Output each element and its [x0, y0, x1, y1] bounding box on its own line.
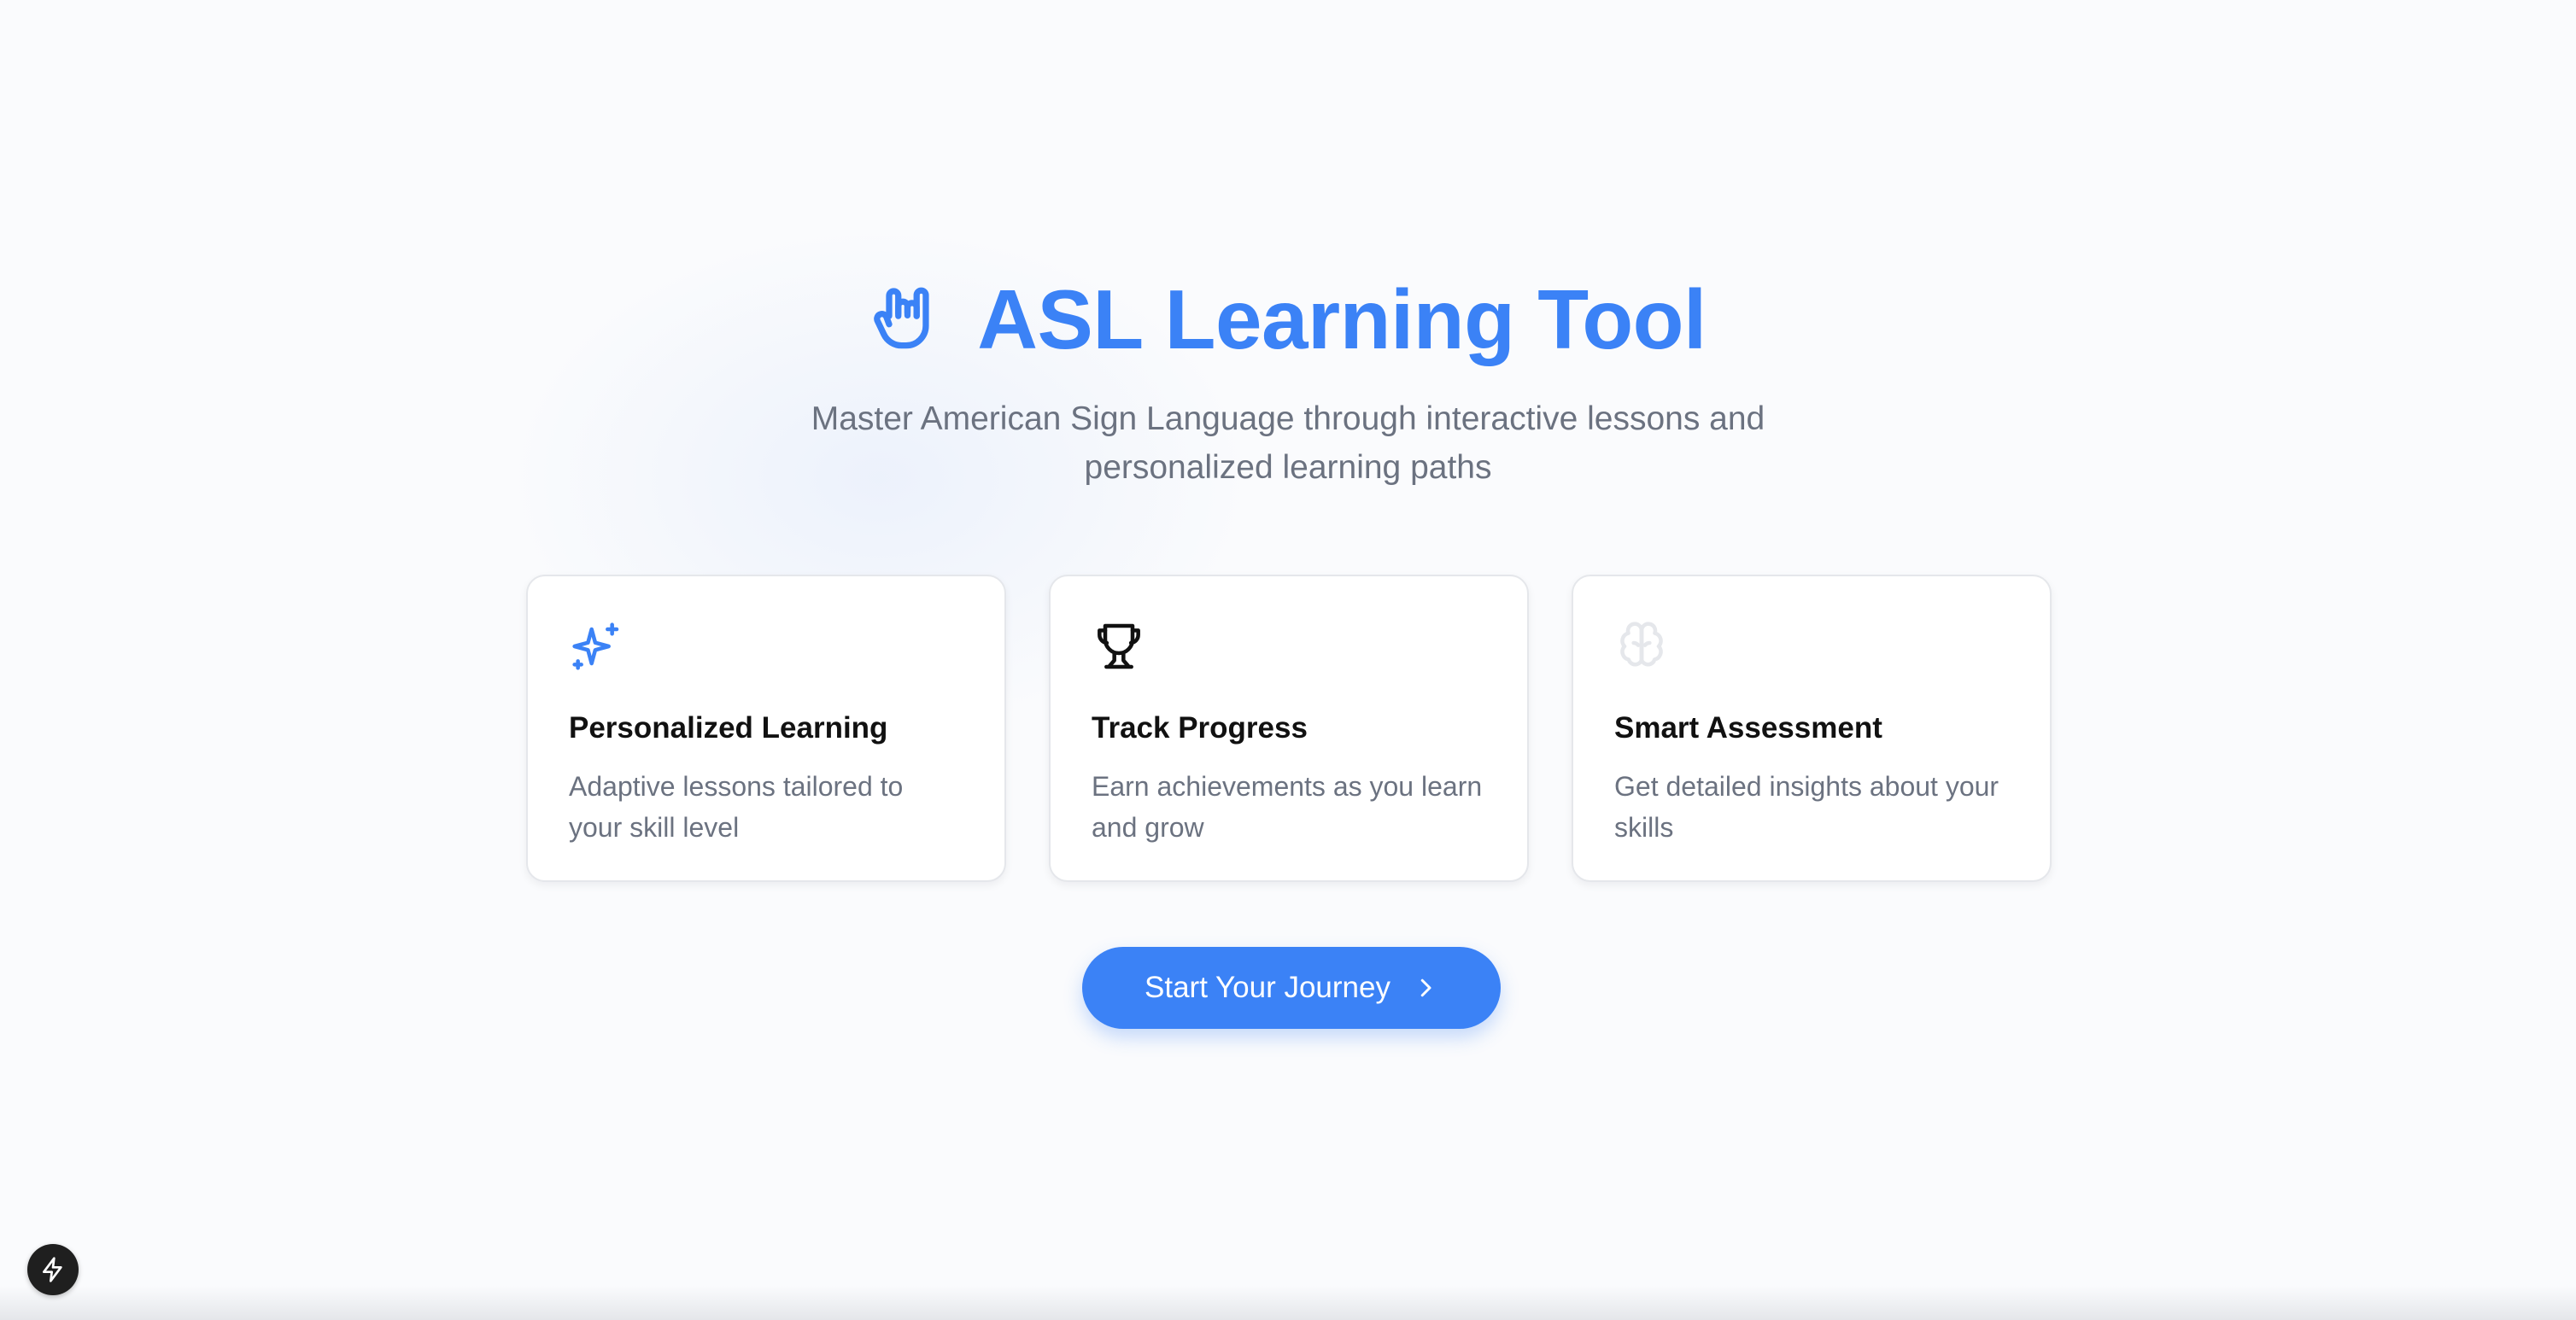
trophy-icon [1098, 623, 1140, 669]
sparkles-icon [572, 622, 619, 670]
chevron-right-icon [1413, 975, 1438, 1001]
feature-card-title: Smart Assessment [1614, 711, 1882, 745]
start-journey-label: Start Your Journey [1145, 971, 1390, 1004]
feature-card-smart-assessment: Smart Assessment Get detailed insights a… [1572, 575, 2052, 882]
feature-card-description: Adaptive lessons tailored to your skill … [569, 771, 904, 843]
page-title: ASL Learning Tool [977, 272, 1707, 366]
feature-card-description: Earn achievements as you learn and grow [1092, 771, 1483, 843]
feature-cards: Personalized Learning Adaptive lessons t… [526, 575, 2052, 882]
feature-card-title: Personalized Learning [569, 711, 888, 745]
lightning-icon [43, 1257, 62, 1282]
hand-sign-icon [869, 280, 948, 359]
start-journey-button[interactable]: Start Your Journey [1082, 947, 1501, 1029]
feature-card-track-progress: Track Progress Earn achievements as you … [1049, 575, 1529, 882]
title-row: ASL Learning Tool [0, 272, 2576, 367]
page-subtitle: Master American Sign Language through in… [811, 400, 1765, 486]
dev-tools-badge[interactable] [27, 1244, 79, 1295]
landing-hero: ASL Learning Tool Master American Sign L… [0, 0, 2576, 1320]
feature-card-personalized-learning: Personalized Learning Adaptive lessons t… [526, 575, 1006, 882]
feature-card-description: Get detailed insights about your skills [1614, 771, 1999, 843]
brain-icon [1620, 622, 1663, 667]
feature-card-title: Track Progress [1092, 711, 1308, 745]
